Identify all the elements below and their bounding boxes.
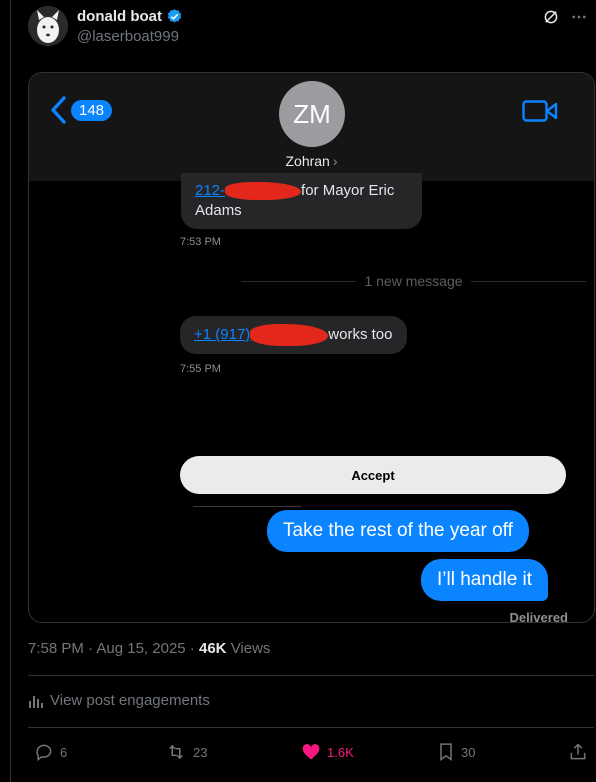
views-label: Views [230,640,271,657]
reply-icon [36,744,52,761]
divider-line-right [470,280,586,282]
analytics-icon [29,695,43,708]
timestamp-1: 7:53 PM [180,236,221,248]
view-engagements-link[interactable]: View post engagements [28,692,210,709]
author-name[interactable]: donald boat [77,8,183,25]
phone-link-2[interactable]: +1 (917) [194,326,250,343]
redaction-scribble [225,182,302,201]
share-icon [570,743,586,760]
message-1-text-line2: Adams [195,202,242,219]
reply-count: 6 [60,744,68,760]
contact-avatar[interactable]: ZM [279,81,345,147]
thread-line [10,0,11,782]
accept-button[interactable]: Accept [180,456,566,494]
dog-avatar-icon [28,6,68,46]
heart-filled-icon [302,744,320,760]
timestamp-2: 7:55 PM [180,363,221,375]
author-handle[interactable]: @laserboat999 [77,28,179,45]
sent-message-2: I’ll handle it [421,559,549,601]
repost-icon [169,744,183,760]
reply-button[interactable]: 6 [34,742,67,762]
separator-line [193,506,301,507]
contact-name[interactable]: Zohran › [29,153,594,169]
sent-message-1: Take the rest of the year off [267,510,529,552]
top-right-controls [542,8,588,26]
back-button[interactable]: 148 [49,95,113,125]
new-message-label: 1 new message [364,273,463,289]
divider-line-left [241,280,357,282]
author-avatar[interactable] [28,6,68,46]
engagements-label: View post engagements [50,692,210,709]
like-count: 1.6K [327,744,354,760]
divider [28,675,594,676]
bookmark-icon [440,743,452,761]
imessage-header: 148 ZM Zohran › [29,73,594,181]
received-message-2: +1 (917) works too [180,316,407,354]
chevron-left-icon [51,96,66,124]
phone-link-1[interactable]: 212- [195,182,225,199]
repost-count: 23 [193,744,208,760]
divider [28,727,594,728]
views-count: 46K [198,640,227,657]
redaction-scribble [250,324,329,346]
grok-icon[interactable] [542,8,560,26]
message-1-text: for Mayor Eric [301,182,395,199]
share-button[interactable] [568,742,588,762]
message-screenshot[interactable]: 148 ZM Zohran › 212- for Mayor Eric Adams … [28,72,595,623]
post-time[interactable]: 7:58 PM [28,640,84,657]
contact-name-text: Zohran [285,153,330,169]
video-call-icon[interactable] [522,99,558,123]
repost-button[interactable]: 23 [165,742,207,762]
unread-count-badge: 148 [71,99,113,121]
like-button[interactable]: 1.6K [301,742,354,762]
delivered-status: Delivered [509,610,568,623]
new-message-divider: 1 new message [241,273,586,289]
chevron-right-icon: › [332,153,338,169]
bookmark-button[interactable]: 30 [437,742,475,762]
author-name-text[interactable]: donald boat [77,8,162,25]
message-2-text: works too [328,325,393,343]
verified-badge-icon [167,9,182,23]
post-date[interactable]: Aug 15, 2025 [96,640,185,657]
received-message-1: 212- for Mayor Eric Adams [181,173,422,229]
post-metadata: 7:58 PM · Aug 15, 2025 · 46K Views [28,640,271,657]
more-options-icon[interactable] [570,8,588,26]
bookmark-count: 30 [461,744,476,760]
